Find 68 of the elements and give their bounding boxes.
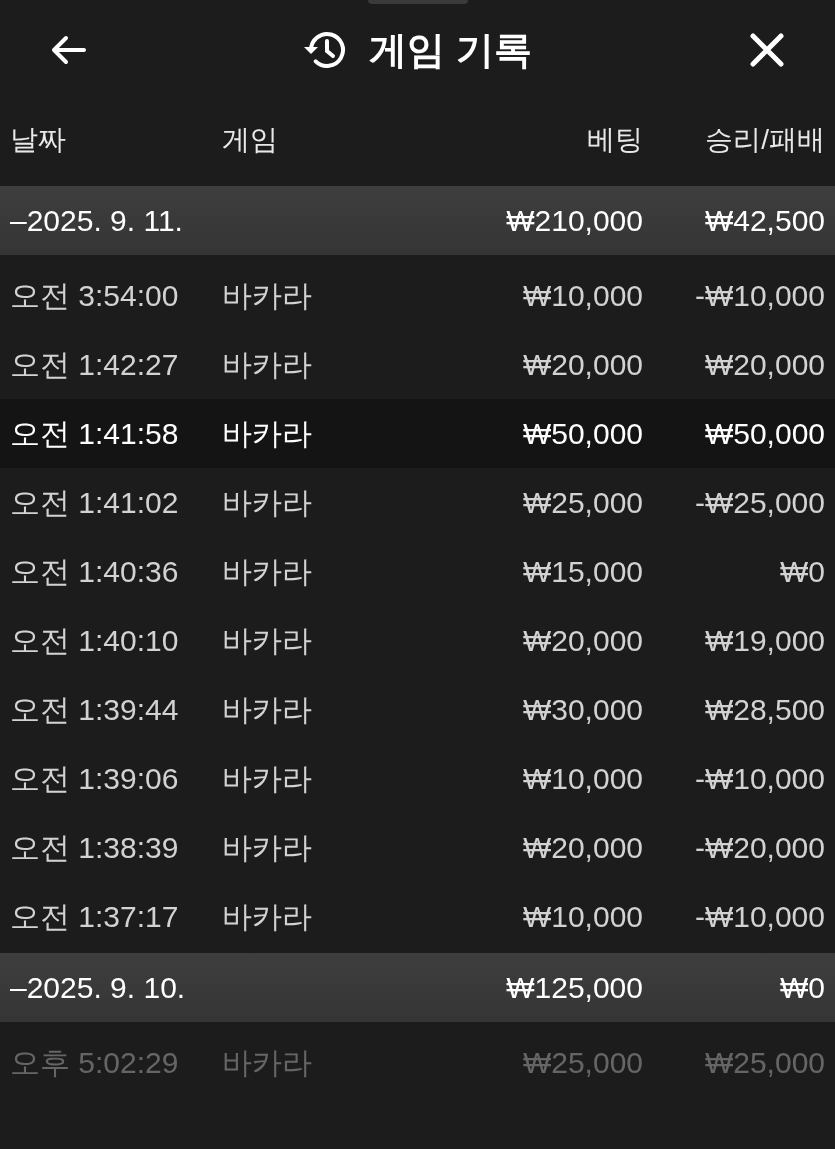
date-group-row[interactable]: –2025. 9. 11. ₩210,000 ₩42,500 [0,186,835,255]
game-cell: 바카라 [222,279,312,312]
time-cell: 오전 3:54:00 [10,279,179,312]
time-cell: 오전 1:39:44 [10,693,179,726]
history-row[interactable]: 오전 1:37:17 바카라 ₩10,000 -₩10,000 [0,882,835,951]
result-cell: ₩20,000 [704,348,825,381]
result-cell: -₩25,000 [694,486,825,519]
time-cell: 오전 1:42:27 [10,348,179,381]
result-cell: ₩50,000 [704,417,825,450]
bet-cell: ₩20,000 [522,348,643,381]
history-row[interactable]: 오전 1:41:02 바카라 ₩25,000 -₩25,000 [0,468,835,537]
game-cell: 바카라 [222,417,312,450]
game-cell: 바카라 [222,555,312,588]
time-cell: 오전 1:40:36 [10,555,179,588]
time-cell: 오후 5:02:29 [10,1046,179,1079]
game-cell: 바카라 [222,693,312,726]
bet-cell: ₩10,000 [522,900,643,933]
result-cell: -₩10,000 [694,762,825,795]
time-cell: 오전 1:39:06 [10,762,179,795]
column-header: 베팅 [586,123,643,157]
bet-cell: ₩20,000 [522,624,643,657]
game-cell: 바카라 [222,624,312,657]
bet-cell: ₩25,000 [522,1046,643,1079]
history-row[interactable]: 오전 1:40:36 바카라 ₩15,000 ₩0 [0,537,835,606]
date-group-row[interactable]: –2025. 9. 10. ₩125,000 ₩0 [0,953,835,1022]
history-row[interactable]: 오전 1:39:06 바카라 ₩10,000 -₩10,000 [0,744,835,813]
bet-total: ₩125,000 [506,971,643,1004]
game-cell: 바카라 [222,348,312,381]
game-cell: 바카라 [222,486,312,519]
history-row[interactable]: 오전 1:42:27 바카라 ₩20,000 ₩20,000 [0,330,835,399]
bet-cell: ₩10,000 [522,279,643,312]
history-row[interactable]: 오전 1:38:39 바카라 ₩20,000 -₩20,000 [0,813,835,882]
history-row[interactable]: 오전 1:41:58 바카라 ₩50,000 ₩50,000 [0,399,835,468]
result-cell: ₩0 [780,555,825,588]
bet-cell: ₩15,000 [522,555,643,588]
bet-cell: ₩20,000 [522,831,643,864]
time-cell: 오전 1:41:58 [10,417,179,450]
history-row[interactable]: 오전 3:54:00 바카라 ₩10,000 -₩10,000 [0,261,835,330]
game-cell: 바카라 [222,831,312,864]
time-cell: 오전 1:41:02 [10,486,179,519]
column-header: 승리/패배 [704,123,825,157]
result-total: ₩0 [780,971,825,1004]
history-icon [303,30,348,70]
date-text: –2025. 9. 11. [10,204,183,237]
history-row[interactable]: 오전 1:40:10 바카라 ₩20,000 ₩19,000 [0,606,835,675]
window-title: 게임 기록 [369,27,532,73]
bet-cell: ₩25,000 [522,486,643,519]
bet-cell: ₩10,000 [522,762,643,795]
time-cell: 오전 1:37:17 [10,900,179,933]
bet-cell: ₩50,000 [522,417,643,450]
game-cell: 바카라 [222,1046,312,1079]
result-cell: -₩20,000 [694,831,825,864]
column-header: 날짜 [9,123,67,157]
time-cell: 오전 1:38:39 [10,831,179,864]
history-row[interactable]: 오전 1:39:44 바카라 ₩30,000 ₩28,500 [0,675,835,744]
game-cell: 바카라 [222,762,312,795]
result-cell: ₩25,000 [704,1046,825,1079]
result-cell: ₩19,000 [704,624,825,657]
date-text: –2025. 9. 10. [10,971,186,1004]
result-total: ₩42,500 [704,204,825,237]
column-header: 게임 [222,123,279,157]
bet-total: ₩210,000 [506,204,643,237]
time-cell: 오전 1:40:10 [10,624,179,657]
result-cell: ₩28,500 [704,693,825,726]
game-cell: 바카라 [222,900,312,933]
result-cell: -₩10,000 [694,279,825,312]
result-cell: -₩10,000 [694,900,825,933]
bet-cell: ₩30,000 [522,693,643,726]
